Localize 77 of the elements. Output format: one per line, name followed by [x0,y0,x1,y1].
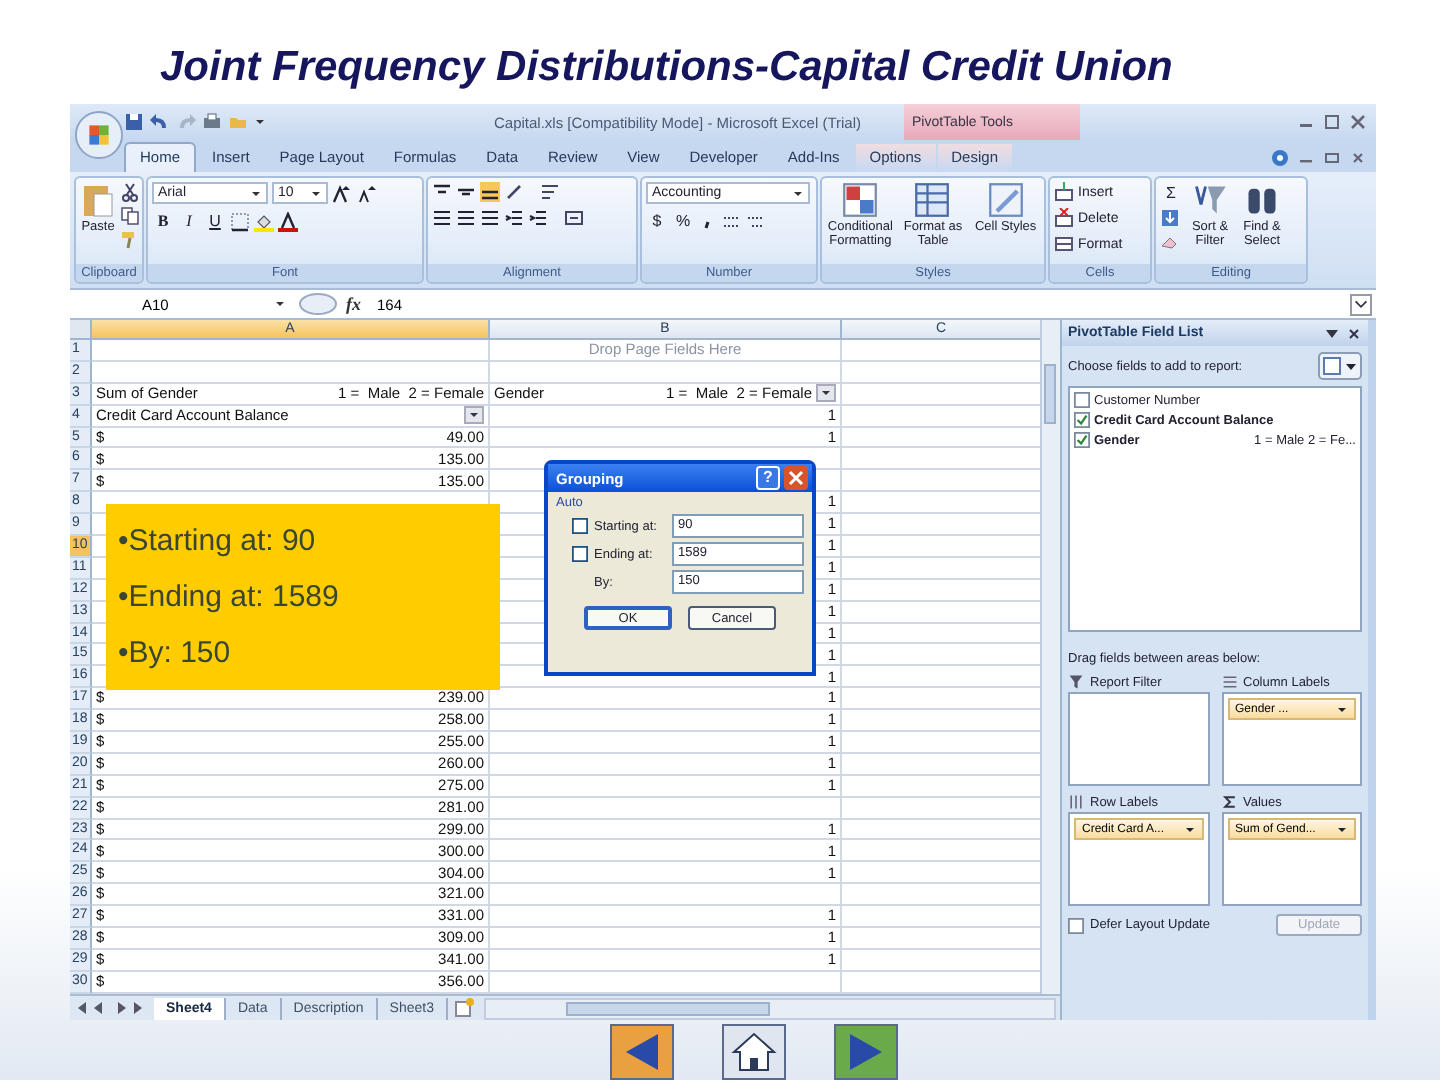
caret-icon [1336,703,1348,715]
dropdown-icon[interactable] [1324,325,1340,341]
align-icon[interactable] [504,208,524,228]
currency-button[interactable]: $ [646,210,668,232]
callout-text: •Ending at: 1589 [118,579,341,614]
expand-icon[interactable] [1350,293,1372,315]
percent-button[interactable]: % [672,210,694,232]
close-icon[interactable] [784,466,808,490]
vertical-scrollbar[interactable] [1040,320,1060,994]
decrease-decimal-icon[interactable] [746,211,766,231]
align-icon[interactable] [432,208,452,228]
callout-text: •Starting at: 90 [118,523,318,558]
align-icon[interactable] [528,208,548,228]
restore-icon[interactable] [1322,148,1342,168]
caret-icon [792,187,804,199]
layout-menu-icon[interactable] [1318,352,1362,380]
horizontal-scrollbar[interactable] [483,997,1056,1019]
table-icon [987,182,1024,218]
eraser-icon[interactable] [1160,232,1180,252]
delete-cells-icon [1054,208,1074,228]
insert-function-button[interactable]: fx [346,294,361,314]
filter-dropdown-icon[interactable] [464,406,484,425]
help-button[interactable]: ? [756,466,780,490]
orientation-icon[interactable] [504,182,524,202]
fill-color-icon[interactable] [254,211,274,231]
close-icon[interactable] [1346,325,1362,341]
format-cells-icon [1054,234,1074,254]
clipboard-icon [80,182,116,218]
autosum-button[interactable]: Σ [1160,182,1182,204]
font-color-icon[interactable] [278,211,298,231]
caret-icon [274,298,286,310]
checkbox[interactable] [572,546,588,562]
close-icon[interactable] [1348,112,1368,132]
caret-icon [310,187,322,199]
shrink-font-icon[interactable] [356,183,376,203]
columns-icon [1221,674,1237,690]
table-icon [842,182,879,218]
sigma-icon [1221,794,1237,810]
caret-icon [250,187,262,199]
checkbox[interactable] [1068,917,1084,933]
checkbox[interactable] [1074,392,1090,408]
print-preview-icon[interactable] [202,112,222,132]
italic-button[interactable]: I [178,210,200,232]
scissors-icon[interactable] [120,182,140,202]
maximize-icon[interactable] [1322,112,1342,132]
filter-dropdown-icon[interactable] [816,384,836,403]
callout-text: •By: 150 [118,636,233,671]
underline-button[interactable]: U [204,210,226,232]
drop-area[interactable] [1068,692,1209,786]
brush-icon[interactable] [120,230,140,250]
caret-icon [1336,823,1348,835]
bold-button[interactable]: B [152,210,174,232]
align-icon[interactable] [480,208,500,228]
checkbox[interactable] [1074,432,1090,448]
merge-cells-icon[interactable] [564,208,584,228]
funnel-icon [1192,182,1228,218]
undo-icon[interactable] [150,112,170,132]
checkbox[interactable] [572,518,588,534]
grow-font-icon[interactable] [332,183,352,203]
rows-icon [1068,794,1084,810]
copy-icon[interactable] [120,206,140,226]
new-sheet-icon[interactable] [453,998,474,1018]
vertical-align-icon[interactable] [480,182,500,202]
increase-decimal-icon[interactable] [722,211,742,231]
help-icon[interactable] [1270,148,1290,168]
align-icon[interactable] [456,208,476,228]
home-icon[interactable] [722,1024,786,1080]
caret-icon[interactable] [254,116,266,128]
slide-title: Joint Frequency Distributions-Capital Credit Union [158,42,1175,94]
border-icon[interactable] [230,211,250,231]
wrap-text-icon[interactable] [540,182,560,202]
fill-down-icon[interactable] [1160,208,1180,228]
insert-cells-icon [1054,182,1074,202]
save-icon[interactable] [124,112,144,132]
table-icon [914,182,951,218]
checkbox[interactable] [1074,412,1090,428]
caret-icon [1183,823,1195,835]
